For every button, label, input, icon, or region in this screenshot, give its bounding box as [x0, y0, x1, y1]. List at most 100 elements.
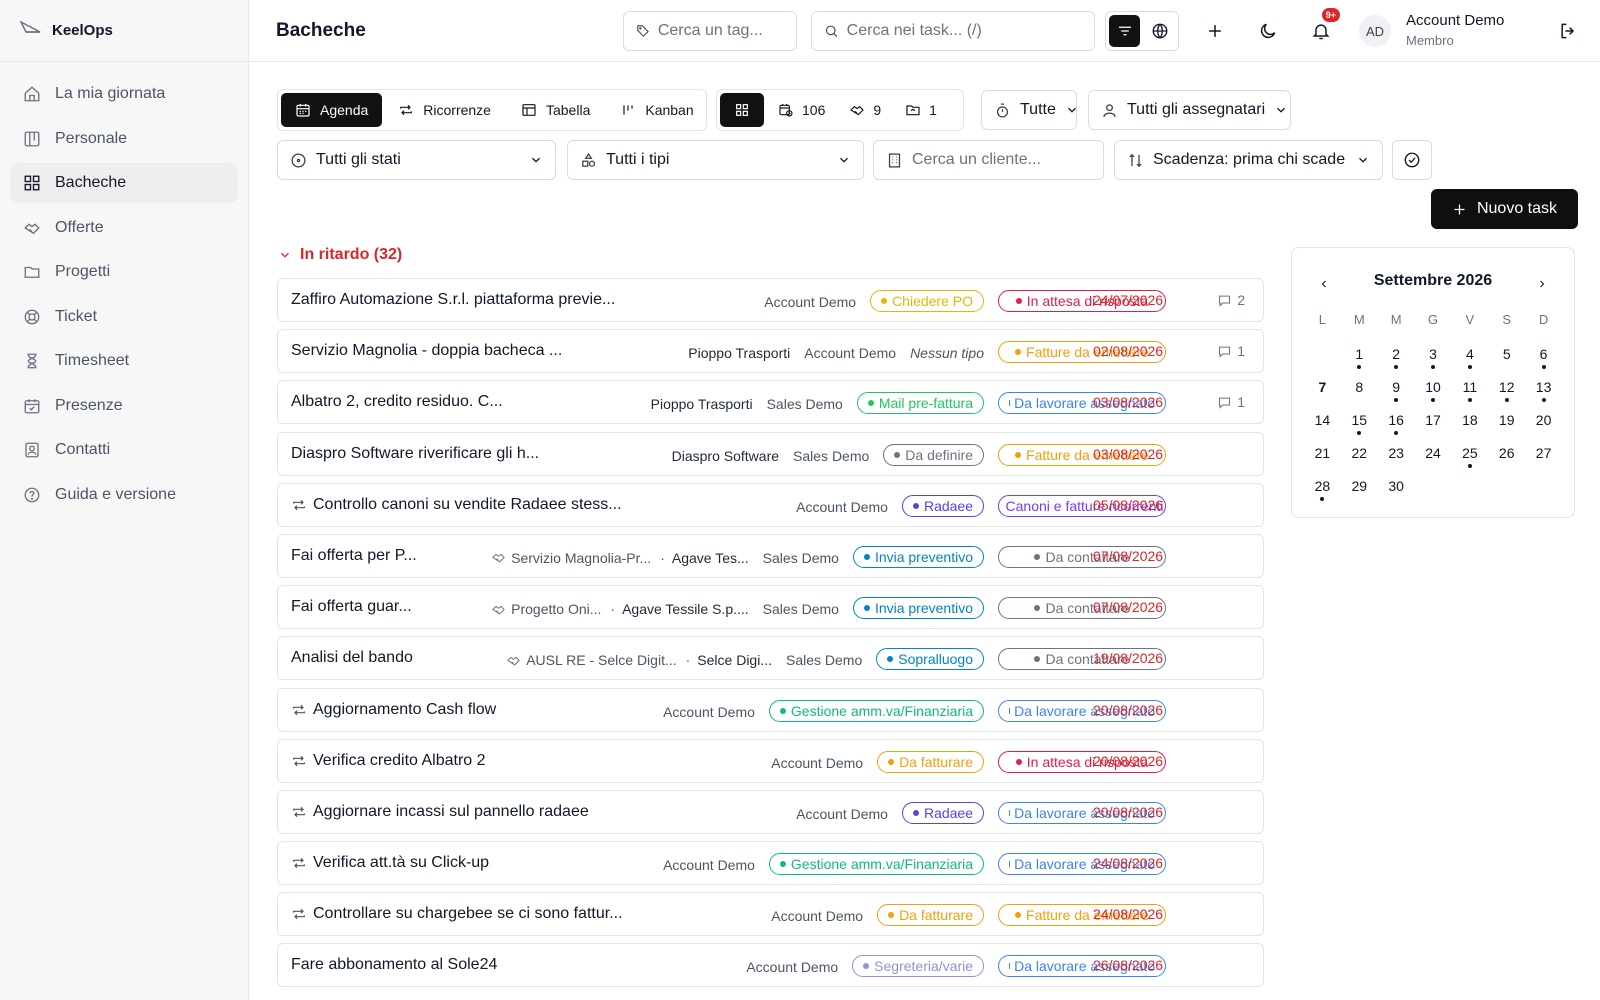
avatar[interactable]: AD	[1359, 15, 1391, 47]
calendar-day[interactable]: 16	[1378, 402, 1415, 435]
tab-tabella[interactable]: Tabella	[507, 93, 604, 127]
task-search-input[interactable]	[846, 22, 1094, 40]
task-type-badge[interactable]: Radaee	[901, 494, 984, 517]
task-row[interactable]: Zaffiro Automazione S.r.l. piattaforma p…	[277, 278, 1264, 322]
client-search[interactable]	[873, 140, 1104, 180]
calendar-day[interactable]: 13	[1525, 369, 1562, 402]
task-type-badge[interactable]: Gestione amm.va/Finanziaria	[768, 853, 984, 876]
filter-scope-button[interactable]	[1109, 15, 1140, 47]
all-entities-toggle[interactable]	[720, 93, 764, 127]
calendar-day[interactable]: 21	[1304, 435, 1341, 468]
sidebar-item-personale[interactable]: Personale	[10, 119, 238, 159]
calendar-day[interactable]: 30	[1378, 468, 1415, 501]
task-type-badge[interactable]: Da fatturare	[877, 750, 984, 773]
add-button[interactable]	[1200, 16, 1230, 46]
calendar-day[interactable]: 17	[1415, 402, 1452, 435]
sidebar-item-contatti[interactable]: Contatti	[10, 430, 238, 470]
period-select[interactable]: Tutte	[981, 90, 1077, 130]
task-row[interactable]: Controllare su chargebee se ci sono fatt…	[277, 892, 1264, 937]
calendar-day[interactable]: 20	[1525, 402, 1562, 435]
calendar-day[interactable]: 5	[1488, 336, 1525, 369]
calendar-day[interactable]: 2	[1378, 336, 1415, 369]
task-row[interactable]: Analisi del bando AUSL RE - Selce Digit..…	[277, 636, 1264, 681]
calendar-day[interactable]: 4	[1451, 336, 1488, 369]
tab-kanban[interactable]: Kanban	[606, 93, 707, 127]
task-type-badge[interactable]: Da definire	[883, 443, 984, 466]
task-row[interactable]: Albatro 2, credito residuo. C... Pioppo T…	[277, 380, 1264, 425]
task-type-badge[interactable]: Chiedere PO	[870, 290, 984, 312]
new-task-button[interactable]: Nuovo task	[1431, 189, 1578, 229]
sidebar-item-guida-e-versione[interactable]: Guida e versione	[10, 475, 238, 515]
task-row[interactable]: Fai offerta guar... Progetto Oni... · Agave…	[277, 585, 1264, 630]
sidebar-item-timesheet[interactable]: Timesheet	[10, 341, 238, 381]
task-comments[interactable]: 1	[1217, 343, 1245, 359]
task-row[interactable]: Verifica credito Albatro 2 Account Demo Da…	[277, 738, 1264, 783]
task-search[interactable]	[811, 11, 1095, 51]
calendar-day[interactable]: 26	[1488, 435, 1525, 468]
calendar-day[interactable]: 15	[1341, 402, 1378, 435]
task-type-badge[interactable]: Da fatturare	[877, 904, 984, 927]
sort-select[interactable]: Scadenza: prima chi scade	[1114, 140, 1383, 180]
sidebar-item-la-mia-giornata[interactable]: La mia giornata	[10, 74, 238, 114]
task-row[interactable]: Fare abbonamento al Sole24 Account Demo Se…	[277, 943, 1264, 988]
theme-toggle-button[interactable]	[1253, 16, 1283, 46]
tag-search-input[interactable]	[657, 22, 796, 40]
calendar-day[interactable]: 28	[1304, 468, 1341, 501]
task-row[interactable]: Verifica att.tà su Click-up Account Demo G…	[277, 841, 1264, 886]
notifications-button[interactable]: 9+	[1306, 8, 1340, 46]
offers-count[interactable]: 9	[839, 93, 891, 127]
task-row[interactable]: Diaspro Software riverificare gli h... Di…	[277, 431, 1264, 476]
calendar-day[interactable]: 24	[1415, 435, 1452, 468]
task-type-badge[interactable]: Invia preventivo	[852, 545, 984, 568]
type-select[interactable]: Tutti i tipi	[567, 140, 864, 180]
calendar-day[interactable]: 8	[1341, 369, 1378, 402]
task-offer[interactable]: Progetto Oni... · Agave Tessile S.p....	[491, 601, 749, 617]
calendar-day[interactable]: 7	[1304, 369, 1341, 402]
global-scope-button[interactable]	[1144, 15, 1175, 47]
calendar-day[interactable]: 19	[1488, 402, 1525, 435]
task-type-badge[interactable]: Segreteria/varie	[852, 955, 984, 978]
sidebar-item-offerte[interactable]: Offerte	[10, 208, 238, 248]
calendar-day[interactable]: 18	[1451, 402, 1488, 435]
tasks-count[interactable]: 106	[768, 93, 835, 127]
task-type-badge[interactable]: Sopralluogo	[876, 648, 984, 671]
status-select[interactable]: Tutti gli stati	[277, 140, 556, 180]
calendar-day[interactable]: 27	[1525, 435, 1562, 468]
calendar-day[interactable]: 25	[1451, 435, 1488, 468]
task-row[interactable]: Aggiornare incassi sul pannello radaee Ac…	[277, 789, 1264, 834]
calendar-day[interactable]: 1	[1341, 336, 1378, 369]
task-offer[interactable]: AUSL RE - Selce Digit... · Selce Digi...	[506, 652, 772, 668]
calendar-day[interactable]: 10	[1415, 369, 1452, 402]
sidebar-item-presenze[interactable]: Presenze	[10, 386, 238, 426]
calendar-day[interactable]: 14	[1304, 402, 1341, 435]
logout-button[interactable]	[1553, 16, 1583, 46]
overdue-section-toggle[interactable]: In ritardo (32)	[278, 246, 402, 264]
task-row[interactable]: Controllo canoni su vendite Radaee stess…	[277, 482, 1264, 527]
task-type-badge[interactable]: Mail pre-fattura	[856, 392, 984, 415]
show-completed-button[interactable]	[1392, 140, 1432, 180]
task-offer[interactable]: Servizio Magnolia-Pr... · Agave Tes...	[491, 550, 749, 566]
calendar-day[interactable]: 29	[1341, 468, 1378, 501]
task-comments[interactable]: 1	[1217, 394, 1245, 410]
calendar-day[interactable]: 23	[1378, 435, 1415, 468]
brand[interactable]: KeelOps	[0, 0, 248, 62]
calendar-day[interactable]: 12	[1488, 369, 1525, 402]
client-search-input[interactable]	[912, 151, 1091, 169]
sidebar-item-ticket[interactable]: Ticket	[10, 297, 238, 337]
task-comments[interactable]: 2	[1217, 292, 1245, 308]
tab-ricorrenze[interactable]: Ricorrenze	[384, 93, 505, 127]
sidebar-item-bacheche[interactable]: Bacheche	[10, 163, 238, 203]
calendar-day[interactable]: 11	[1451, 369, 1488, 402]
task-row[interactable]: Aggiornamento Cash flow Account Demo Gesti…	[277, 687, 1264, 732]
assignee-select[interactable]: Tutti gli assegnatari	[1088, 90, 1291, 130]
task-row[interactable]: Servizio Magnolia - doppia bacheca ... Pi…	[277, 329, 1264, 374]
calendar-day[interactable]: 22	[1341, 435, 1378, 468]
task-row[interactable]: Fai offerta per P... Servizio Magnolia-Pr…	[277, 533, 1264, 578]
task-type-badge[interactable]: Gestione amm.va/Finanziaria	[768, 699, 984, 722]
sidebar-item-progetti[interactable]: Progetti	[10, 252, 238, 292]
tag-search[interactable]	[623, 11, 797, 51]
projects-count[interactable]: 1	[895, 93, 947, 127]
tab-agenda[interactable]: Agenda	[281, 93, 383, 127]
task-type-badge[interactable]: Invia preventivo	[852, 597, 984, 620]
calendar-day[interactable]: 6	[1525, 336, 1562, 369]
